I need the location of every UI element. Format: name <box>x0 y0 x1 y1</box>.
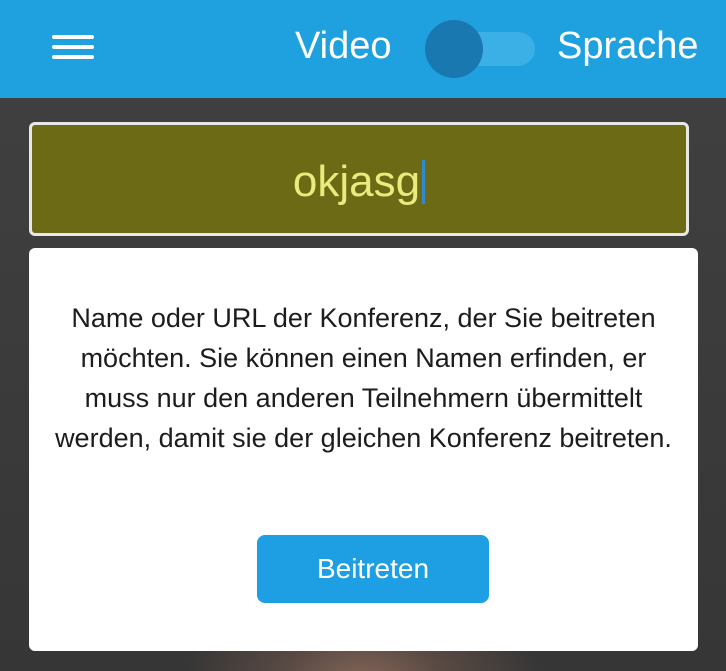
audio-video-toggle[interactable] <box>425 20 535 78</box>
room-name-input[interactable]: okjasg <box>29 122 689 236</box>
video-mode-label[interactable]: Video <box>295 22 392 70</box>
top-bar: Video Sprache <box>0 0 726 98</box>
toggle-knob[interactable] <box>425 20 483 78</box>
room-name-value: okjasg <box>292 157 421 206</box>
conference-info-text: Name oder URL der Konferenz, der Sie bei… <box>55 303 672 453</box>
speech-mode-label[interactable]: Sprache <box>557 22 699 70</box>
info-card: Name oder URL der Konferenz, der Sie bei… <box>29 248 698 651</box>
room-name-value-line: okjasg <box>32 157 686 207</box>
app-screen: Video Sprache okjasg Name oder URL der K… <box>0 0 726 671</box>
text-caret <box>422 160 426 204</box>
join-button[interactable]: Beitreten <box>257 535 489 603</box>
hamburger-menu-icon[interactable] <box>52 31 94 61</box>
